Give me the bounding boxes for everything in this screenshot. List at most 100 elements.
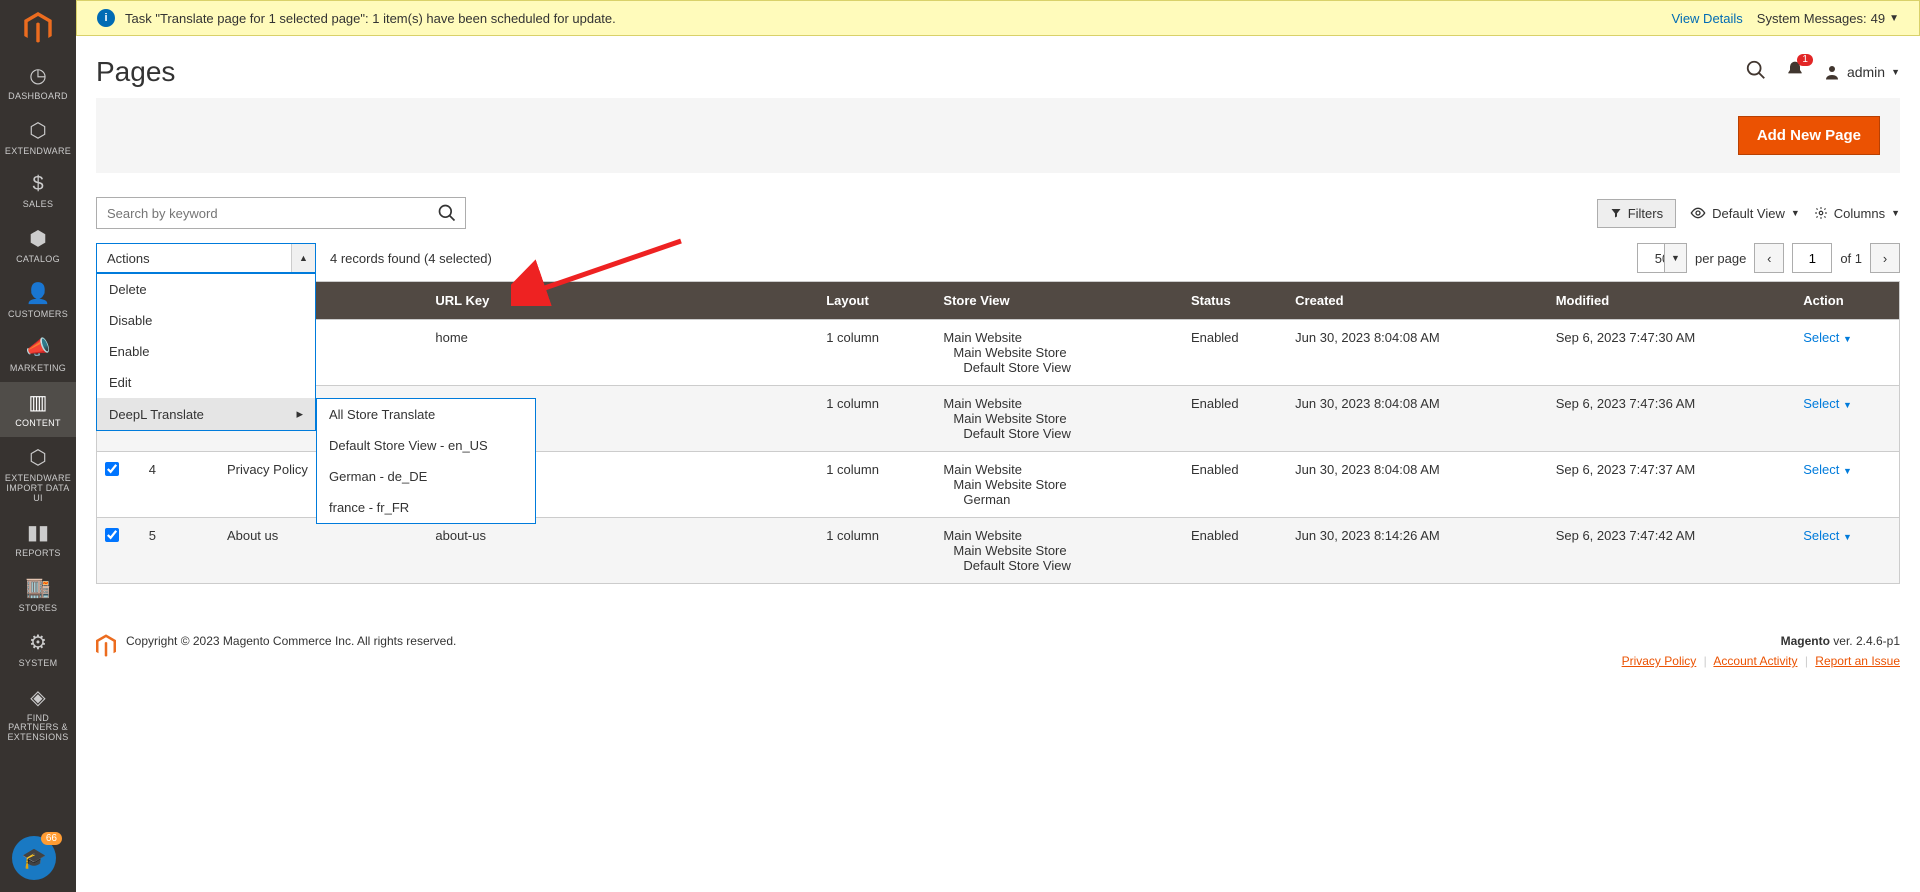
sidebar-item-partners[interactable]: ◈FIND PARTNERS & EXTENSIONS bbox=[0, 677, 76, 752]
account-activity-link[interactable]: Account Activity bbox=[1713, 654, 1797, 668]
cell-storeview: Main WebsiteMain Website StoreGerman bbox=[935, 452, 1183, 518]
cell-modified: Sep 6, 2023 7:47:36 AM bbox=[1548, 386, 1796, 452]
megaphone-icon: 📣 bbox=[26, 335, 51, 360]
sidebar-item-dashboard[interactable]: ◷DASHBOARD bbox=[0, 55, 76, 110]
cube-icon: ⬢ bbox=[29, 226, 46, 251]
cell-title: About us bbox=[219, 518, 427, 584]
system-messages-label: System Messages: bbox=[1757, 11, 1867, 26]
notifications-icon[interactable]: 1 bbox=[1785, 60, 1805, 85]
user-icon bbox=[1823, 63, 1841, 81]
system-message-text: Task "Translate page for 1 selected page… bbox=[125, 11, 1672, 26]
filters-button[interactable]: Filters bbox=[1597, 199, 1676, 228]
actions-dropdown[interactable]: Actions ▲ bbox=[96, 243, 316, 273]
version-value: ver. 2.4.6-p1 bbox=[1833, 634, 1900, 648]
chevron-right-icon: ▸ bbox=[296, 406, 303, 422]
cell-layout: 1 column bbox=[818, 518, 935, 584]
select-action-link[interactable]: Select ▼ bbox=[1803, 330, 1852, 345]
next-page-button[interactable]: › bbox=[1870, 243, 1900, 273]
page-header: Pages 1 admin ▼ bbox=[76, 36, 1920, 98]
eye-icon bbox=[1690, 205, 1706, 221]
sidebar-item-customers[interactable]: 👤CUSTOMERS bbox=[0, 273, 76, 328]
action-enable[interactable]: Enable bbox=[97, 336, 315, 367]
col-storeview[interactable]: Store View bbox=[935, 282, 1183, 320]
sidebar-item-extendware[interactable]: ⬡EXTENDWARE bbox=[0, 110, 76, 165]
search-input[interactable] bbox=[97, 206, 429, 221]
sidebar-item-catalog[interactable]: ⬢CATALOG bbox=[0, 218, 76, 273]
col-modified[interactable]: Modified bbox=[1548, 282, 1796, 320]
deepl-default-store[interactable]: Default Store View - en_US bbox=[317, 430, 535, 461]
privacy-policy-link[interactable]: Privacy Policy bbox=[1622, 654, 1697, 668]
action-deepl-translate[interactable]: DeepL Translate▸ bbox=[97, 398, 315, 430]
hex-icon: ⬡ bbox=[29, 118, 46, 143]
action-edit[interactable]: Edit bbox=[97, 367, 315, 398]
system-messages-count: 49 bbox=[1871, 11, 1885, 26]
table-row[interactable]: 5 About us about-us 1 column Main Websit… bbox=[97, 518, 1900, 584]
cell-url: about-us bbox=[427, 518, 818, 584]
deepl-submenu: All Store Translate Default Store View -… bbox=[316, 398, 536, 524]
chevron-up-icon: ▲ bbox=[291, 244, 315, 272]
sidebar-item-extendware-import[interactable]: ⬡EXTENDWARE IMPORT DATA UI bbox=[0, 437, 76, 512]
admin-account-menu[interactable]: admin ▼ bbox=[1823, 63, 1900, 81]
page-title: Pages bbox=[96, 56, 1745, 88]
chevron-down-icon[interactable]: ▼ bbox=[1889, 13, 1899, 24]
copyright-text: Copyright © 2023 Magento Commerce Inc. A… bbox=[126, 634, 456, 648]
main-content: i Task "Translate page for 1 selected pa… bbox=[76, 0, 1920, 668]
sidebar-item-marketing[interactable]: 📣MARKETING bbox=[0, 327, 76, 382]
page-actions-bar: Add New Page bbox=[96, 98, 1900, 173]
grid-toolbar-2: Actions ▲ 4 records found (4 selected) 5… bbox=[76, 243, 1920, 281]
cell-modified: Sep 6, 2023 7:47:30 AM bbox=[1548, 320, 1796, 386]
search-button[interactable] bbox=[429, 203, 465, 223]
prev-page-button[interactable]: ‹ bbox=[1754, 243, 1784, 273]
col-status[interactable]: Status bbox=[1183, 282, 1287, 320]
action-disable[interactable]: Disable bbox=[97, 305, 315, 336]
gear-icon bbox=[1814, 206, 1828, 220]
cell-id: 5 bbox=[141, 518, 219, 584]
col-url[interactable]: URL Key bbox=[427, 282, 818, 320]
cell-layout: 1 column bbox=[818, 320, 935, 386]
report-issue-link[interactable]: Report an Issue bbox=[1815, 654, 1900, 668]
store-icon: 🏬 bbox=[26, 575, 51, 600]
select-action-link[interactable]: Select ▼ bbox=[1803, 528, 1852, 543]
magento-logo[interactable] bbox=[0, 0, 76, 55]
sidebar-item-sales[interactable]: $SALES bbox=[0, 165, 76, 218]
deepl-france[interactable]: france - fr_FR bbox=[317, 492, 535, 523]
cell-status: Enabled bbox=[1183, 452, 1287, 518]
sidebar-item-system[interactable]: ⚙SYSTEM bbox=[0, 622, 76, 677]
select-action-link[interactable]: Select ▼ bbox=[1803, 462, 1852, 477]
chevron-down-icon: ▼ bbox=[1664, 244, 1686, 272]
sidebar-item-stores[interactable]: 🏬STORES bbox=[0, 567, 76, 622]
select-action-link[interactable]: Select ▼ bbox=[1803, 396, 1852, 411]
cell-storeview: Main WebsiteMain Website StoreDefault St… bbox=[935, 320, 1183, 386]
col-created[interactable]: Created bbox=[1287, 282, 1548, 320]
chevron-down-icon: ▼ bbox=[1891, 208, 1900, 218]
sidebar-item-content[interactable]: ▥CONTENT bbox=[0, 382, 76, 437]
cell-layout: 1 column bbox=[818, 386, 935, 452]
magento-logo-small bbox=[96, 634, 116, 661]
cell-status: Enabled bbox=[1183, 386, 1287, 452]
columns-dropdown[interactable]: Columns ▼ bbox=[1814, 206, 1900, 221]
action-delete[interactable]: Delete bbox=[97, 274, 315, 305]
deepl-german[interactable]: German - de_DE bbox=[317, 461, 535, 492]
cell-storeview: Main WebsiteMain Website StoreDefault St… bbox=[935, 518, 1183, 584]
partner-icon: ◈ bbox=[30, 685, 45, 710]
help-badge-count: 66 bbox=[41, 832, 62, 845]
view-details-link[interactable]: View Details bbox=[1672, 11, 1743, 26]
deepl-all-store[interactable]: All Store Translate bbox=[317, 399, 535, 430]
add-new-page-button[interactable]: Add New Page bbox=[1738, 116, 1880, 155]
search-icon[interactable] bbox=[1745, 59, 1767, 86]
help-floating-badge[interactable]: 🎓 66 bbox=[12, 836, 56, 880]
row-checkbox[interactable] bbox=[105, 462, 119, 476]
cell-id: 4 bbox=[141, 452, 219, 518]
person-icon: 👤 bbox=[26, 281, 51, 306]
per-page-select[interactable]: 50 ▼ bbox=[1637, 243, 1687, 273]
cell-modified: Sep 6, 2023 7:47:42 AM bbox=[1548, 518, 1796, 584]
cell-created: Jun 30, 2023 8:14:26 AM bbox=[1287, 518, 1548, 584]
default-view-dropdown[interactable]: Default View ▼ bbox=[1690, 205, 1800, 221]
cell-status: Enabled bbox=[1183, 518, 1287, 584]
sidebar-item-reports[interactable]: ▮▮REPORTS bbox=[0, 512, 76, 567]
table-row[interactable]: home 1 column Main WebsiteMain Website S… bbox=[97, 320, 1900, 386]
row-checkbox[interactable] bbox=[105, 528, 119, 542]
bars-icon: ▮▮ bbox=[27, 520, 49, 545]
col-layout[interactable]: Layout bbox=[818, 282, 935, 320]
page-number-input[interactable] bbox=[1792, 243, 1832, 273]
